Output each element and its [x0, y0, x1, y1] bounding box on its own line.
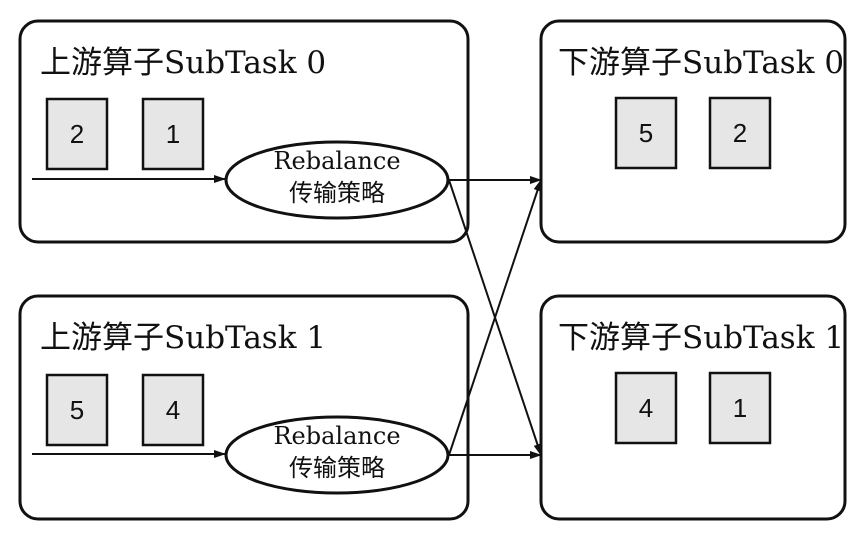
downstream-subtask-0: 下游算子SubTask 0 5 2: [539, 19, 847, 244]
upstream-subtask-1-title: 上游算子SubTask 1: [40, 320, 326, 356]
downstream-subtask-0-title: 下游算子SubTask 0: [558, 45, 844, 81]
strategy-label-line-2: 传输策略: [289, 179, 385, 207]
record-value: 5: [70, 395, 84, 425]
record-value: 2: [70, 119, 84, 149]
record-value: 1: [166, 119, 180, 149]
record-value: 2: [733, 118, 747, 148]
downstream-subtask-1-title: 下游算子SubTask 1: [558, 320, 844, 356]
strategy-label-line-1: Rebalance: [273, 422, 400, 450]
upstream-subtask-0-title: 上游算子SubTask 0: [40, 45, 326, 81]
strategy-label-line-1: Rebalance: [273, 147, 400, 175]
record-value: 1: [733, 393, 747, 423]
record-value: 4: [166, 395, 180, 425]
upstream-subtask-0: 上游算子SubTask 0 2 1 Rebalance 传输策略: [18, 19, 470, 244]
downstream-subtask-1: 下游算子SubTask 1 4 1: [539, 294, 847, 521]
upstream-subtask-1: 上游算子SubTask 1 5 4 Rebalance 传输策略: [18, 294, 470, 521]
diagram: 上游算子SubTask 0 2 1 Rebalance 传输策略 上游算子Sub…: [0, 0, 865, 539]
strategy-label-line-2: 传输策略: [289, 454, 385, 482]
record-value: 5: [639, 118, 653, 148]
diagram-canvas: 上游算子SubTask 0 2 1 Rebalance 传输策略 上游算子Sub…: [18, 19, 847, 521]
record-value: 4: [639, 393, 653, 423]
